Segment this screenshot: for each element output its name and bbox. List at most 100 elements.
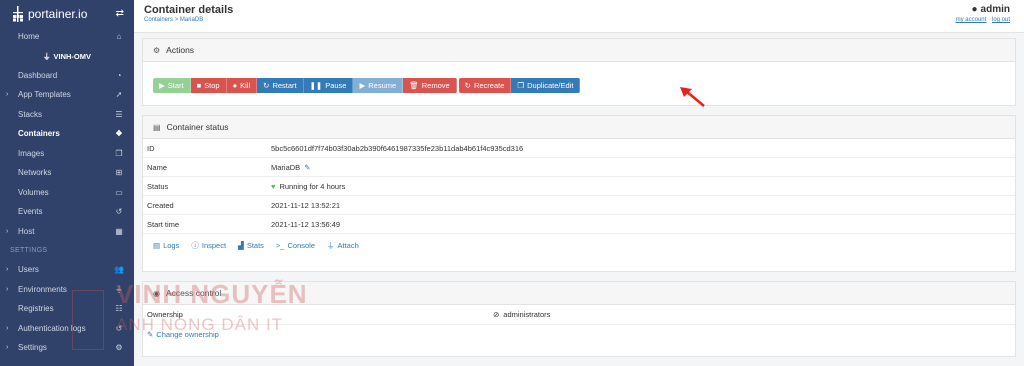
sidebar: portainer.io ⇄ Home ⌂ ⏚ VINH-OMV Dashboa… [0, 0, 134, 366]
log-out-link[interactable]: log out [992, 17, 1010, 23]
clone-icon: ❐ [115, 148, 123, 158]
button-label: Resume [368, 81, 397, 90]
bomb-icon: ● [232, 81, 238, 90]
link-label: Change ownership [156, 329, 219, 339]
toggle-sidebar-icon[interactable]: ⇄ [116, 8, 124, 19]
sidebar-item-images[interactable]: Images ❐ [0, 144, 134, 164]
sidebar-item-label: Home [18, 32, 40, 42]
user-name: ● admin [952, 4, 1011, 15]
sidebar-item-label: Authentication logs [18, 323, 86, 333]
sidebar-item-host[interactable]: › Host ▦ [0, 222, 134, 242]
panel-title: Access control [165, 288, 222, 298]
sidebar-item-volumes[interactable]: Volumes ▭ [0, 183, 134, 203]
plug-icon: ⏚ [115, 284, 123, 294]
logo[interactable]: portainer.io [12, 5, 87, 22]
sidebar-item-home[interactable]: Home ⌂ [0, 27, 134, 47]
container-id: 5bc5c6601df7f74b03f30ab2b390f6461987335f… [271, 143, 524, 153]
sidebar-item-stacks[interactable]: Stacks ☰ [0, 105, 134, 125]
row-key: Ownership [147, 310, 183, 319]
sitemap-icon: ⊞ [115, 168, 123, 178]
table-row: Name MariaDB ✎ [143, 158, 1015, 177]
row-key: Name [147, 162, 168, 172]
table-row: Start time 2021-11-12 13:56:49 [143, 215, 1015, 234]
panel-header: ▤ Container status [143, 116, 1015, 139]
created-time: 2021-11-12 13:52:21 [271, 200, 341, 210]
plug-icon: ⏚ [43, 51, 51, 61]
panel-title: Container status [166, 122, 229, 132]
sidebar-item-label: Volumes [18, 187, 49, 197]
sidebar-item-label: Containers [18, 129, 60, 139]
sidebar-item-label: Settings [18, 343, 47, 353]
database-icon: ☷ [115, 304, 123, 314]
stop-button[interactable]: ■ Stop [190, 78, 227, 93]
link-label: Console [287, 240, 316, 250]
duplicate-edit-button[interactable]: ❐ Duplicate/Edit [511, 78, 581, 93]
terminal-icon: >_ [275, 240, 285, 250]
sidebar-item-authentication-logs[interactable]: › Authentication logs ↺ [0, 319, 134, 339]
resume-button[interactable]: ▶ Resume [353, 78, 404, 93]
sidebar-item-users[interactable]: › Users 👥 [0, 260, 134, 280]
sidebar-item-dashboard[interactable]: Dashboard ◔ [0, 66, 134, 86]
edit-icon[interactable]: ✎ [304, 163, 310, 172]
button-label: Kill [240, 81, 251, 90]
user-links: my account log out [952, 17, 1010, 23]
breadcrumb[interactable]: Containers > MariaDB [144, 17, 203, 23]
row-value: ⊘ administrators [493, 310, 550, 319]
sidebar-item-environments[interactable]: › Environments ⏚ [0, 280, 134, 300]
stats-link[interactable]: ▟ Stats [238, 241, 264, 250]
info-icon: ⓘ [191, 240, 199, 250]
row-key: Created [147, 200, 174, 210]
sidebar-item-label: Registries [18, 304, 54, 314]
pause-button[interactable]: ❚❚ Pause [303, 78, 354, 93]
my-account-link[interactable]: my account [956, 17, 987, 23]
sidebar-item-settings[interactable]: › Settings ⚙ [0, 338, 134, 358]
control-button-group: ▶ Start ■ Stop ● Kill ↻ Restart ❚❚ Pause ▶ Res… [153, 78, 457, 93]
plug-icon: ⏚ [327, 240, 335, 250]
chevron-right-icon: › [6, 227, 9, 235]
hdd-icon: ▭ [115, 187, 123, 197]
console-link[interactable]: >_ Console [276, 241, 315, 250]
ownership-value: administrators [503, 310, 551, 319]
cubes-icon: ❖ [115, 129, 123, 139]
sidebar-item-label: Stacks [18, 109, 43, 119]
kill-button[interactable]: ● Kill [226, 78, 258, 93]
sidebar-item-label: Environments [18, 284, 67, 294]
row-value: 2021-11-12 13:52:21 [271, 201, 340, 210]
logs-link[interactable]: ▤ Logs [153, 241, 179, 250]
action-buttons: ▶ Start ■ Stop ● Kill ↻ Restart ❚❚ Pause ▶ Res… [153, 78, 582, 93]
settings-heading: SETTINGS [10, 247, 48, 254]
home-icon: ⌂ [116, 32, 122, 42]
change-ownership-link[interactable]: ✎ Change ownership [143, 325, 1015, 343]
container-links: ▤ Logs ⓘ Inspect ▟ Stats >_ Console ⏚ Attach [143, 234, 1015, 256]
sidebar-item-app-templates[interactable]: › App Templates ➚ [0, 85, 134, 105]
button-label: Duplicate/Edit [527, 81, 574, 90]
row-value: ♥ Running for 4 hours [271, 182, 345, 191]
row-value: MariaDB ✎ [271, 163, 310, 172]
file-icon: ▤ [153, 240, 161, 250]
sidebar-item-containers[interactable]: Containers ❖ [0, 124, 134, 144]
restart-button[interactable]: ↻ Restart [257, 78, 304, 93]
cogs-icon: ⚙ [115, 343, 123, 353]
refresh-icon: ↻ [464, 81, 471, 90]
endpoint-name: ⏚ VINH-OMV [0, 47, 134, 66]
start-button[interactable]: ▶ Start [153, 78, 191, 93]
username: admin [980, 4, 1010, 15]
sidebar-item-registries[interactable]: Registries ☷ [0, 299, 134, 319]
recreate-button[interactable]: ↻ Recreate [458, 78, 512, 93]
attach-link[interactable]: ⏚ Attach [327, 240, 359, 251]
row-value: 2021-11-12 13:56:49 [271, 220, 340, 229]
portainer-logo-icon [13, 5, 23, 22]
row-key: ID [147, 143, 155, 153]
sidebar-item-networks[interactable]: Networks ⊞ [0, 163, 134, 183]
refresh-icon: ↻ [263, 81, 270, 90]
remove-button[interactable]: 🗑 Remove [403, 78, 457, 93]
inspect-link[interactable]: ⓘ Inspect [191, 240, 226, 251]
chevron-right-icon: › [6, 285, 9, 293]
button-label: Stop [204, 81, 220, 90]
sidebar-item-events[interactable]: Events ↺ [0, 202, 134, 222]
table-row: Status ♥ Running for 4 hours [143, 177, 1015, 196]
link-label: Attach [337, 240, 359, 250]
sidebar-item-label: Images [18, 148, 45, 158]
endpoint-label: VINH-OMV [53, 51, 92, 61]
button-label: Recreate [473, 81, 505, 90]
